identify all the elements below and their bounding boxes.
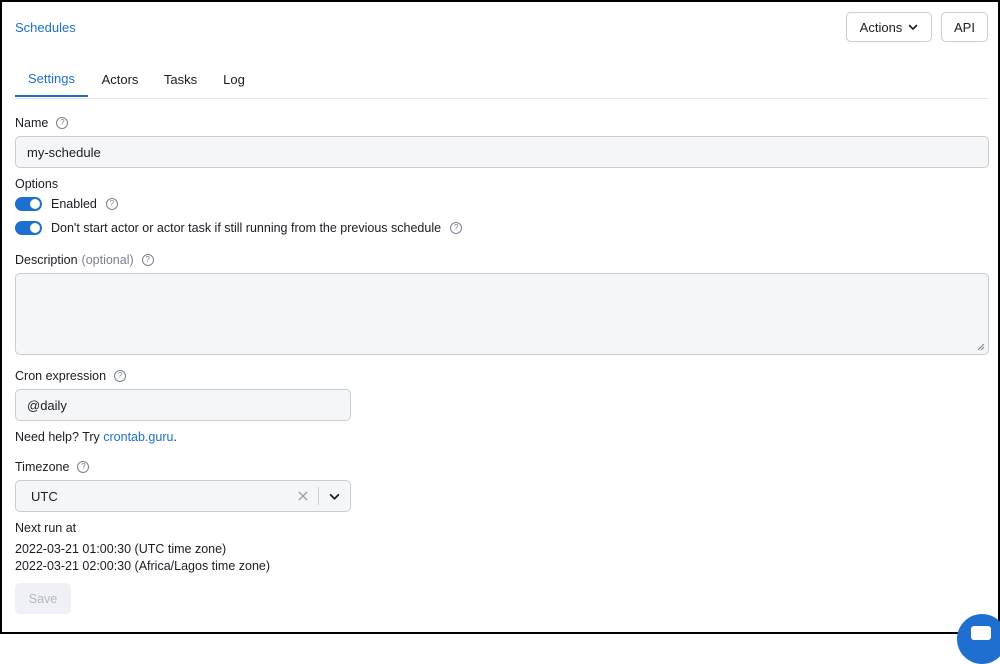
tab-settings[interactable]: Settings [15,62,88,97]
help-icon[interactable]: ? [77,461,90,473]
no-overlap-label: Don't start actor or actor task if still… [51,221,442,235]
clear-icon[interactable] [298,491,308,501]
select-divider [318,487,319,505]
cron-input-value: @daily [27,397,67,413]
cron-label-row: Cron expression ? [15,369,127,383]
chevron-down-icon [909,24,918,30]
actions-button[interactable]: Actions [846,12,932,42]
chevron-down-icon[interactable] [329,491,340,502]
save-button[interactable]: Save [15,583,71,614]
next-run-local: 2022-03-21 02:00:30 (Africa/Lagos time z… [15,559,271,573]
name-input[interactable]: my-schedule [15,136,989,168]
next-run-utc: 2022-03-21 01:00:30 (UTC time zone) [15,542,227,556]
help-icon[interactable]: ? [114,370,127,382]
timezone-select[interactable]: UTC [15,480,351,512]
enabled-toggle[interactable] [15,197,42,211]
help-icon[interactable]: ? [450,222,463,234]
cron-input[interactable]: @daily [15,389,351,421]
optional-hint: (optional) [81,253,134,267]
actions-button-label: Actions [859,19,903,35]
options-label: Options [15,177,59,191]
api-button-label: API [954,19,975,35]
tab-log[interactable]: Log [218,62,250,97]
tab-actors[interactable]: Actors [95,62,145,97]
next-run-label: Next run at [15,521,77,535]
timezone-select-value: UTC [31,488,58,504]
breadcrumb-schedules[interactable]: Schedules [15,20,76,35]
description-label: Description [15,253,78,267]
no-overlap-row: Don't start actor or actor task if still… [15,221,463,235]
timezone-label-row: Timezone ? [15,460,90,474]
cron-label: Cron expression [15,369,107,383]
description-label-row: Description (optional) ? [15,253,154,267]
timezone-label: Timezone [15,460,70,474]
name-label-row: Name ? [15,116,69,130]
api-button[interactable]: API [941,12,988,42]
description-textarea[interactable] [15,273,989,355]
chat-icon[interactable] [957,614,1000,664]
resize-handle-icon[interactable] [977,343,985,351]
enabled-row: Enabled ? [15,197,118,211]
help-icon[interactable]: ? [56,117,69,129]
crontab-guru-link[interactable]: crontab.guru [103,430,173,444]
cron-help-text: Need help? Try crontab.guru. [15,430,177,444]
tab-tasks[interactable]: Tasks [158,62,203,97]
help-icon[interactable]: ? [105,198,118,210]
help-icon[interactable]: ? [141,254,154,266]
name-label: Name [15,116,49,130]
name-input-value: my-schedule [27,144,101,160]
no-overlap-toggle[interactable] [15,221,42,235]
tab-bar: Settings Actors Tasks Log [15,62,989,99]
enabled-label: Enabled [51,197,97,211]
